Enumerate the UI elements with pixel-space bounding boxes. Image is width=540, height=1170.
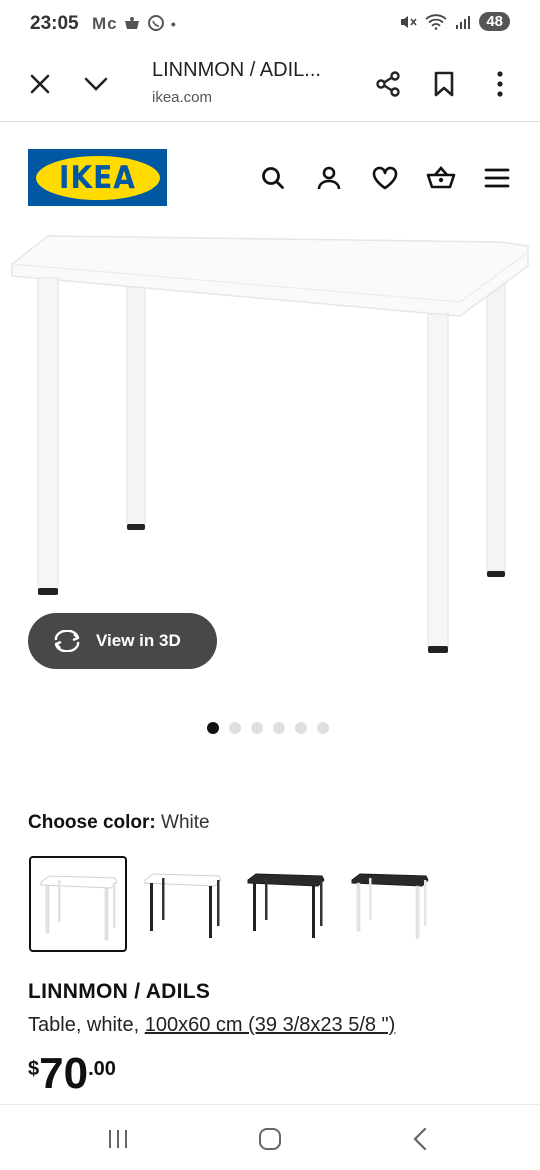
carousel-dot[interactable] bbox=[295, 722, 307, 734]
favorites-button[interactable] bbox=[369, 162, 401, 194]
recent-apps-button[interactable] bbox=[98, 1121, 138, 1157]
product-price: $ 70 .00 bbox=[28, 1050, 116, 1098]
messages-notification: Mᴄ bbox=[92, 14, 118, 33]
rotate-3d-icon bbox=[54, 630, 80, 652]
wifi-icon bbox=[425, 13, 447, 30]
notification-icons: Mᴄ • bbox=[92, 14, 177, 34]
carousel-dot[interactable] bbox=[207, 722, 219, 734]
share-button[interactable] bbox=[370, 66, 406, 102]
color-value: White bbox=[161, 812, 210, 833]
price-decimal: .00 bbox=[88, 1058, 116, 1080]
price-integer: 70 bbox=[39, 1049, 89, 1098]
share-icon bbox=[376, 71, 400, 97]
signal-icon bbox=[456, 15, 471, 29]
search-icon bbox=[262, 167, 284, 189]
leg-foot bbox=[38, 588, 58, 595]
table-leg bbox=[126, 286, 146, 528]
more-options-button[interactable] bbox=[482, 66, 518, 102]
choose-color: Choose color: White bbox=[28, 812, 210, 834]
app-notification-icon bbox=[125, 17, 140, 29]
page-url[interactable]: ikea.com bbox=[152, 89, 212, 106]
logo-text: IKEA bbox=[59, 159, 136, 196]
close-tab-button[interactable] bbox=[22, 66, 58, 102]
product-size-link[interactable]: 100x60 cm (39 3/8x23 5/8 ") bbox=[145, 1014, 396, 1036]
swatch-table-icon bbox=[144, 873, 222, 938]
page-title[interactable]: LINNMON / ADIL... bbox=[152, 59, 321, 82]
image-carousel-dots bbox=[207, 722, 329, 734]
carousel-dot[interactable] bbox=[317, 722, 329, 734]
bookmark-icon bbox=[434, 71, 454, 97]
battery-indicator: 48 bbox=[479, 12, 510, 31]
more-notifications-dot: • bbox=[170, 16, 177, 32]
view-in-3d-label: View in 3D bbox=[96, 631, 181, 650]
status-time: 23:05 bbox=[30, 13, 79, 34]
product-description: Table, white, 100x60 cm (39 3/8x23 5/8 "… bbox=[28, 1014, 395, 1037]
swatch-table-icon bbox=[40, 875, 118, 941]
account-button[interactable] bbox=[313, 162, 345, 194]
swatch-black-black[interactable] bbox=[236, 856, 334, 952]
status-bar: 23:05 Mᴄ • 48 bbox=[0, 0, 540, 48]
view-in-3d-button[interactable]: View in 3D bbox=[28, 613, 217, 669]
logo-oval: IKEA bbox=[35, 155, 160, 200]
carousel-dot[interactable] bbox=[251, 722, 263, 734]
swatch-table-icon bbox=[351, 873, 429, 939]
swatch-white-white[interactable] bbox=[29, 856, 127, 952]
leg-foot bbox=[428, 646, 448, 653]
swatch-black-white[interactable] bbox=[340, 856, 438, 952]
table-leg bbox=[427, 313, 449, 649]
home-icon bbox=[259, 1128, 281, 1150]
close-icon bbox=[30, 74, 50, 94]
swatch-table-icon bbox=[247, 873, 325, 938]
browser-toolbar: LINNMON / ADIL... ikea.com bbox=[0, 48, 540, 122]
more-vertical-icon bbox=[497, 71, 503, 97]
system-nav-bar bbox=[0, 1104, 540, 1170]
carousel-dot[interactable] bbox=[229, 722, 241, 734]
cart-button[interactable] bbox=[425, 162, 457, 194]
table-top bbox=[11, 235, 529, 317]
back-icon bbox=[413, 1127, 427, 1151]
bookmark-button[interactable] bbox=[426, 66, 462, 102]
table-leg bbox=[37, 277, 59, 591]
whatsapp-icon bbox=[148, 15, 165, 31]
search-button[interactable] bbox=[257, 162, 289, 194]
chevron-down-icon bbox=[84, 77, 108, 91]
price-currency: $ bbox=[28, 1058, 40, 1080]
back-button[interactable] bbox=[400, 1121, 440, 1157]
expand-button[interactable] bbox=[78, 66, 114, 102]
status-right: 48 bbox=[399, 12, 510, 31]
menu-button[interactable] bbox=[481, 162, 513, 194]
table-leg bbox=[486, 283, 506, 573]
leg-foot bbox=[127, 524, 145, 530]
hamburger-icon bbox=[484, 168, 510, 188]
heart-icon bbox=[372, 166, 398, 190]
basket-icon bbox=[426, 166, 456, 189]
recent-apps-icon bbox=[109, 1130, 127, 1148]
leg-foot bbox=[487, 571, 505, 577]
choose-color-label: Choose color: bbox=[28, 812, 156, 833]
product-description-text: Table, white, bbox=[28, 1014, 145, 1036]
mute-icon bbox=[401, 15, 417, 28]
carousel-dot[interactable] bbox=[273, 722, 285, 734]
home-button[interactable] bbox=[250, 1121, 290, 1157]
swatch-white-black[interactable] bbox=[133, 856, 231, 952]
user-icon bbox=[317, 166, 341, 190]
site-header: IKEA bbox=[0, 122, 540, 232]
product-name: LINNMON / ADILS bbox=[28, 980, 211, 1003]
ikea-logo[interactable]: IKEA bbox=[28, 149, 167, 206]
